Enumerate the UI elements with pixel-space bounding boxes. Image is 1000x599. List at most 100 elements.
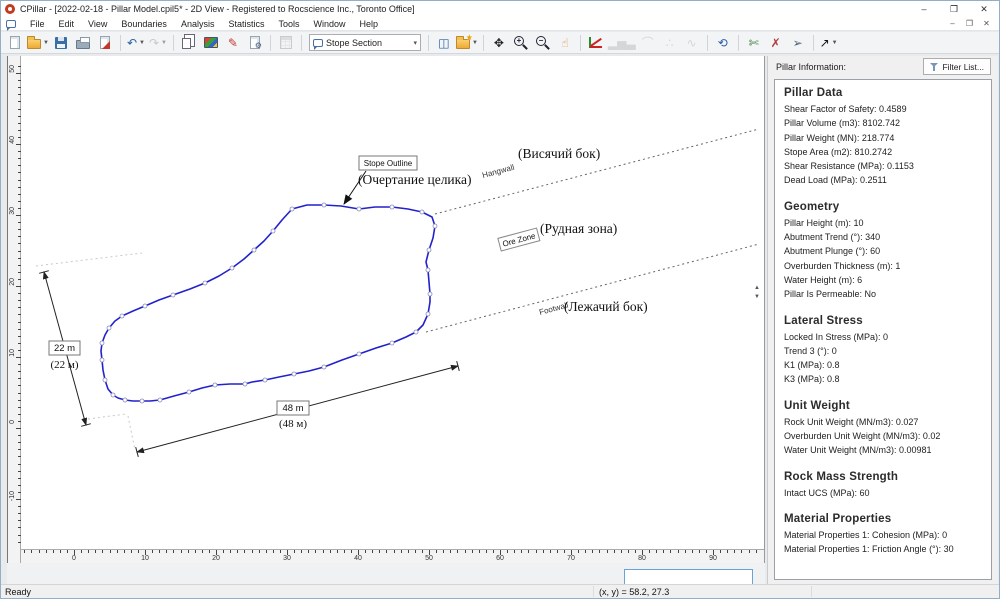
vertex-marker bbox=[390, 341, 394, 345]
y-tick bbox=[16, 357, 21, 358]
data-row: Trend 3 (°): 0 bbox=[784, 344, 982, 358]
save-icon bbox=[55, 37, 67, 49]
dropdown-caret-icon[interactable]: ▼ bbox=[832, 40, 838, 46]
title-bar: CPillar - [2022-02-18 - Pillar Model.cpi… bbox=[1, 1, 999, 17]
vertex-marker bbox=[143, 304, 147, 308]
minimize-button[interactable]: – bbox=[909, 1, 939, 17]
y-tick bbox=[18, 194, 21, 195]
histogram-button: ▂▅▃ bbox=[608, 33, 636, 53]
menu-analysis[interactable]: Analysis bbox=[174, 17, 222, 31]
x-tick bbox=[415, 550, 416, 553]
save-button[interactable] bbox=[51, 33, 71, 53]
menu-window[interactable]: Window bbox=[306, 17, 352, 31]
arrow-tool-button[interactable]: ↗▼ bbox=[819, 33, 839, 53]
splitter-arrows-icon[interactable]: ▲▼ bbox=[753, 284, 761, 302]
vertex-marker bbox=[111, 393, 115, 397]
data-row: Pillar Is Permeable: No bbox=[784, 287, 982, 301]
section-title: Pillar Data bbox=[784, 87, 982, 99]
mdi-close-button[interactable]: ✕ bbox=[978, 17, 995, 30]
menu-bar: FileEditViewBoundariesAnalysisStatistics… bbox=[1, 17, 999, 31]
pan-button[interactable]: ☝ bbox=[555, 33, 575, 53]
print-icon bbox=[76, 40, 90, 49]
menu-file[interactable]: File bbox=[23, 17, 52, 31]
zoom-out-button[interactable]: − bbox=[533, 33, 553, 53]
dimension-label-ru: (48 м) bbox=[279, 418, 307, 430]
y-axis-label: 10 bbox=[9, 349, 16, 357]
x-tick bbox=[649, 550, 650, 553]
dropdown-caret-icon[interactable]: ▼ bbox=[161, 40, 167, 46]
menu-statistics[interactable]: Statistics bbox=[221, 17, 271, 31]
close-button[interactable]: ✕ bbox=[969, 1, 999, 17]
panel-section: Material PropertiesMaterial Properties 1… bbox=[784, 513, 982, 557]
y-axis-label: 50 bbox=[9, 65, 16, 73]
menu-view[interactable]: View bbox=[81, 17, 114, 31]
add-vertex-button[interactable]: ✄ bbox=[744, 33, 764, 53]
distribution-icon: ∿ bbox=[687, 37, 697, 49]
status-divider bbox=[593, 586, 594, 597]
menu-help[interactable]: Help bbox=[353, 17, 386, 31]
x-axis-label: 50 bbox=[425, 555, 433, 562]
menu-edit[interactable]: Edit bbox=[52, 17, 82, 31]
x-tick bbox=[656, 550, 657, 553]
export-button[interactable] bbox=[95, 33, 115, 53]
x-tick bbox=[202, 550, 203, 553]
copy-button[interactable] bbox=[179, 33, 199, 53]
new-button[interactable] bbox=[5, 33, 25, 53]
x-tick bbox=[24, 550, 25, 553]
annotate-button[interactable]: ✎ bbox=[223, 33, 243, 53]
x-tick bbox=[53, 550, 54, 553]
mdi-minimize-button[interactable]: – bbox=[944, 17, 961, 30]
open-button[interactable]: ▼ bbox=[27, 33, 49, 53]
new-view-button[interactable]: ▼ bbox=[456, 33, 478, 53]
filter-list-button[interactable]: Filter List... bbox=[923, 58, 991, 75]
status-ready: Ready bbox=[5, 587, 31, 597]
project-settings-button[interactable]: ⚙ bbox=[245, 33, 265, 53]
x-tick bbox=[67, 550, 68, 553]
y-tick bbox=[16, 73, 21, 74]
drawing-view[interactable]: Hangwall(Висячий бок)Footwall(Лежачий бо… bbox=[7, 56, 765, 563]
y-tick bbox=[18, 172, 21, 173]
tile-view-button[interactable]: ◫ bbox=[434, 33, 454, 53]
y-tick bbox=[18, 520, 21, 521]
x-axis-label: 10 bbox=[141, 555, 149, 562]
vertex-marker bbox=[426, 268, 430, 272]
y-tick bbox=[18, 123, 21, 124]
x-tick bbox=[436, 550, 437, 553]
section-selector[interactable]: Stope Section▾ bbox=[309, 34, 421, 51]
dropdown-caret-icon[interactable]: ▼ bbox=[139, 40, 145, 46]
dropdown-caret-icon[interactable]: ▼ bbox=[43, 40, 49, 46]
menu-boundaries[interactable]: Boundaries bbox=[114, 17, 174, 31]
menu-tools[interactable]: Tools bbox=[271, 17, 306, 31]
footwall-label-ru: (Лежачий бок) bbox=[564, 299, 648, 314]
undo-button[interactable]: ↶▼ bbox=[126, 33, 146, 53]
panel-section: Unit WeightRock Unit Weight (MN/m3): 0.0… bbox=[784, 400, 982, 458]
y-tick bbox=[18, 151, 21, 152]
x-tick bbox=[117, 550, 118, 553]
x-tick bbox=[528, 550, 529, 553]
move-vertex-button[interactable]: ➢ bbox=[788, 33, 808, 53]
x-tick bbox=[465, 550, 466, 553]
x-tick bbox=[294, 550, 295, 553]
vertex-marker bbox=[158, 398, 162, 402]
restore-button[interactable]: ❐ bbox=[939, 1, 969, 17]
zoom-in-button[interactable]: + bbox=[511, 33, 531, 53]
zoom-extents-button[interactable]: ✥ bbox=[489, 33, 509, 53]
axes-plot-button[interactable] bbox=[586, 33, 606, 53]
cumulative-plot-button: ⌒ bbox=[638, 33, 658, 53]
display-options-button[interactable] bbox=[201, 33, 221, 53]
print-button[interactable] bbox=[73, 33, 93, 53]
x-tick bbox=[592, 550, 593, 553]
mdi-restore-button[interactable]: ❐ bbox=[961, 17, 978, 30]
stope-drawing[interactable]: Hangwall(Висячий бок)Footwall(Лежачий бо… bbox=[8, 56, 766, 563]
y-tick bbox=[16, 499, 21, 500]
data-row: Intact UCS (MPa): 60 bbox=[784, 486, 982, 500]
vertex-marker bbox=[103, 378, 107, 382]
horizontal-scroll-area bbox=[7, 563, 765, 586]
x-tick bbox=[188, 550, 189, 553]
vertex-marker bbox=[140, 399, 144, 403]
rotate-view-button[interactable]: ⟲ bbox=[713, 33, 733, 53]
y-tick bbox=[18, 492, 21, 493]
x-tick bbox=[244, 550, 245, 553]
app-logo-icon bbox=[5, 4, 15, 14]
delete-vertex-button[interactable]: ✗ bbox=[766, 33, 786, 53]
